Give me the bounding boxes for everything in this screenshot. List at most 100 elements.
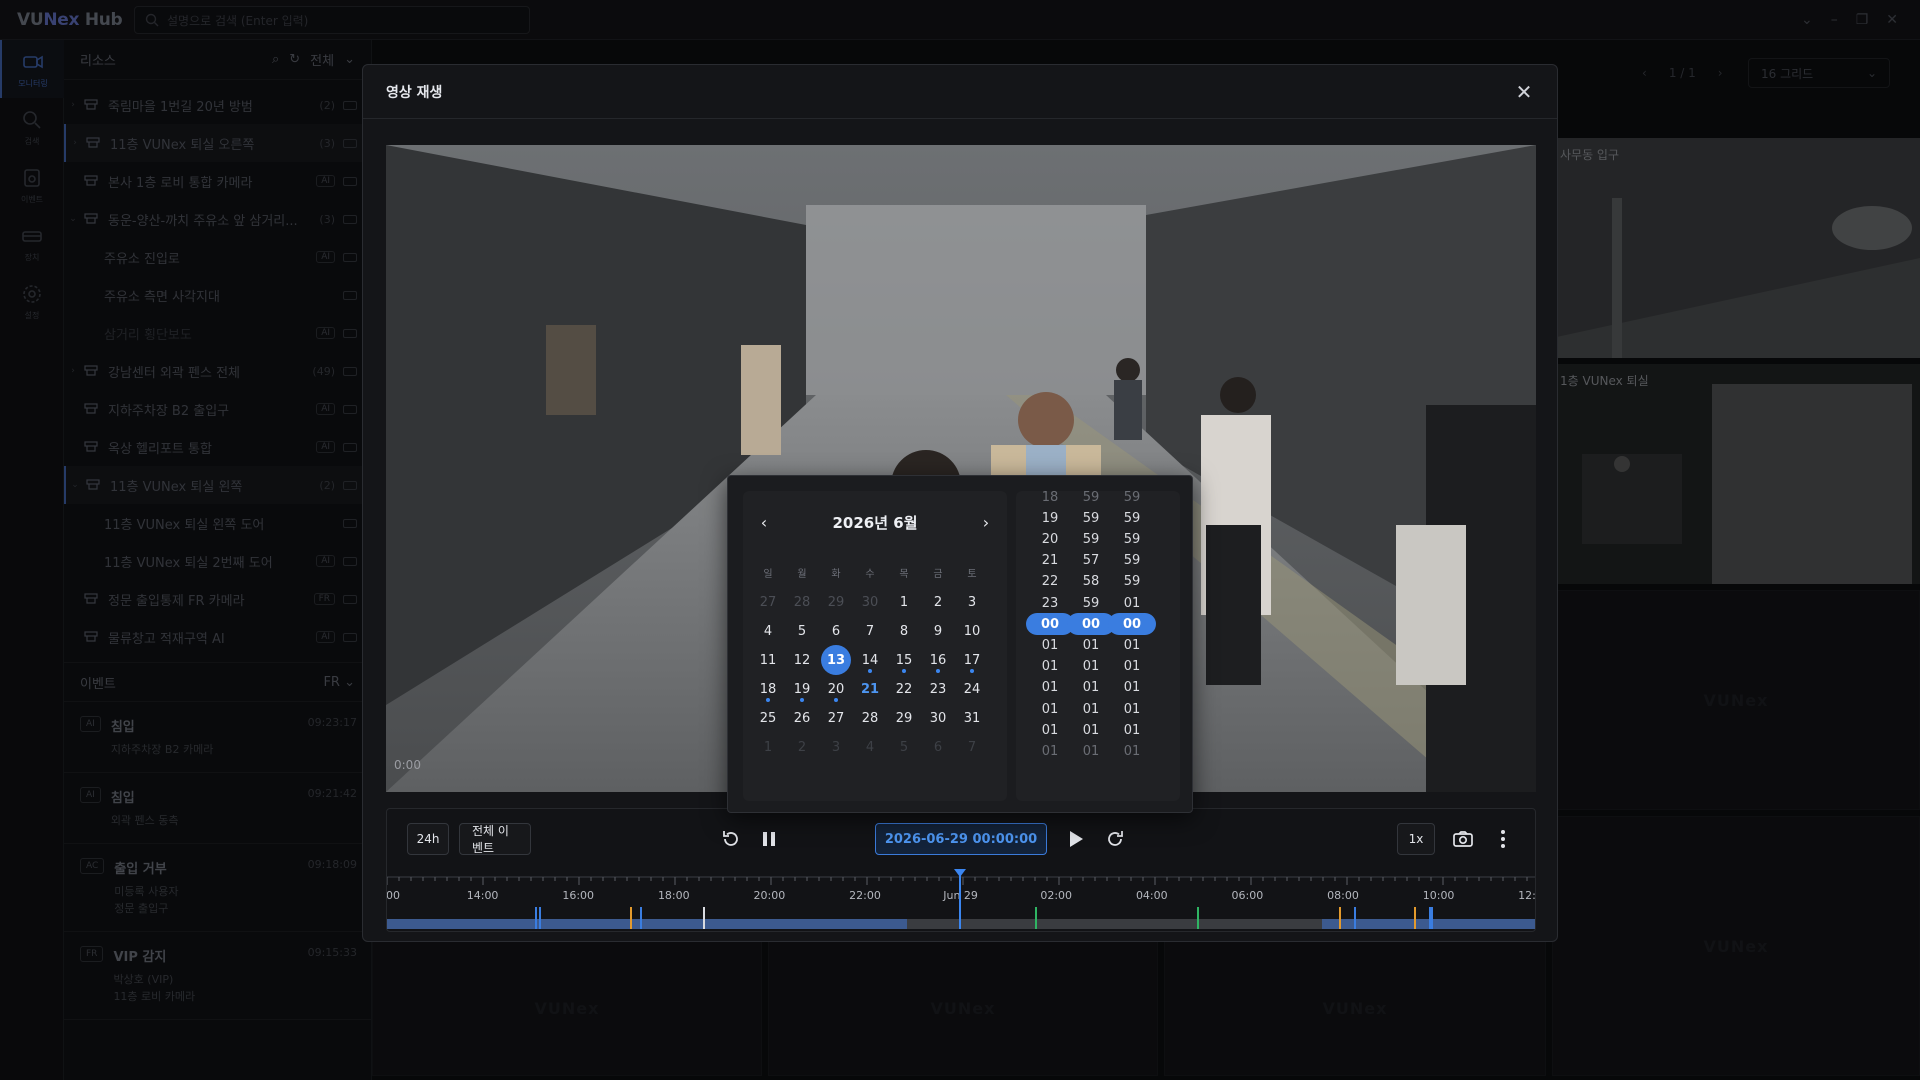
calendar-day[interactable]: 9 bbox=[923, 616, 953, 646]
time-picker: 18 19 20 21 22 23 00 01 01 01 01 01 01 59 59 59 57 58 59 00… bbox=[1016, 491, 1180, 801]
close-icon[interactable]: ✕ bbox=[1511, 79, 1537, 105]
pause-icon bbox=[763, 832, 775, 846]
calendar-day[interactable]: 30 bbox=[855, 587, 885, 617]
event-dot bbox=[766, 698, 770, 702]
calendar-day[interactable]: 12 bbox=[787, 645, 817, 675]
calendar-day[interactable]: 21 bbox=[855, 674, 885, 704]
calendar-day[interactable]: 15 bbox=[889, 645, 919, 675]
calendar-day[interactable]: 7 bbox=[957, 732, 987, 762]
calendar-day[interactable]: 11 bbox=[753, 645, 783, 675]
time-cell[interactable]: 59 bbox=[1108, 550, 1156, 572]
time-cell[interactable]: 59 bbox=[1108, 571, 1156, 593]
calendar-day[interactable]: 26 bbox=[787, 703, 817, 733]
time-cell[interactable]: 01 bbox=[1108, 740, 1156, 762]
calendar-day[interactable]: 13 bbox=[821, 645, 851, 675]
calendar-day[interactable]: 3 bbox=[957, 587, 987, 617]
range-24h-button[interactable]: 24h bbox=[407, 823, 449, 855]
timeline-track[interactable]: 00 14:00 16:00 18:00 20:00 22:00 Jun 29 02:00 04… bbox=[387, 869, 1535, 929]
datetime-field[interactable]: 2026-06-29 00:00:00 bbox=[875, 823, 1047, 855]
calendar-day[interactable]: 28 bbox=[855, 703, 885, 733]
event-marker bbox=[1197, 907, 1199, 929]
recording-segment bbox=[387, 919, 907, 929]
time-cell[interactable]: 59 bbox=[1108, 507, 1156, 529]
event-dot bbox=[834, 698, 838, 702]
event-marker bbox=[1429, 907, 1433, 929]
calendar-day[interactable]: 22 bbox=[889, 674, 919, 704]
datetime-picker: ‹ 2026년 6월 › 일 월 화 수 목 금 토 27 28 29 30 1 2 3 4 5 6 7 8 9 10 1… bbox=[727, 475, 1193, 813]
playback-controls: 24h 전체 이벤트 2026-06-29 00:00:00 1x 00 14:… bbox=[386, 808, 1536, 932]
calendar-day[interactable]: 3 bbox=[821, 732, 851, 762]
calendar-day[interactable]: 24 bbox=[957, 674, 987, 704]
forward-button[interactable] bbox=[1099, 823, 1131, 855]
calendar-day[interactable]: 5 bbox=[889, 732, 919, 762]
calendar-day[interactable]: 6 bbox=[923, 732, 953, 762]
timeline-label: 22:00 bbox=[849, 889, 881, 902]
calendar-day[interactable]: 4 bbox=[855, 732, 885, 762]
calendar-day[interactable]: 29 bbox=[821, 587, 851, 617]
prev-month-button[interactable]: ‹ bbox=[753, 513, 775, 532]
next-month-button[interactable]: › bbox=[975, 513, 997, 532]
time-cell[interactable]: 01 bbox=[1108, 698, 1156, 720]
calendar: ‹ 2026년 6월 › 일 월 화 수 목 금 토 27 28 29 30 1 2 3 4 5 6 7 8 9 10 1… bbox=[743, 491, 1007, 801]
timeline-label: 20:00 bbox=[754, 889, 786, 902]
calendar-day[interactable]: 16 bbox=[923, 645, 953, 675]
calendar-day[interactable]: 10 bbox=[957, 616, 987, 646]
time-cell[interactable]: 01 bbox=[1108, 656, 1156, 678]
calendar-day[interactable]: 14 bbox=[855, 645, 885, 675]
play-button[interactable] bbox=[1060, 823, 1092, 855]
timeline-label: 00 bbox=[387, 889, 400, 902]
calendar-day[interactable]: 30 bbox=[923, 703, 953, 733]
playhead-handle bbox=[954, 869, 966, 877]
all-events-button[interactable]: 전체 이벤트 bbox=[459, 823, 531, 855]
rewind-button[interactable] bbox=[715, 823, 747, 855]
calendar-day[interactable]: 19 bbox=[787, 674, 817, 704]
calendar-day[interactable]: 6 bbox=[821, 616, 851, 646]
event-dot bbox=[936, 669, 940, 673]
play-icon bbox=[1070, 831, 1083, 847]
calendar-day[interactable]: 17 bbox=[957, 645, 987, 675]
calendar-day[interactable]: 1 bbox=[889, 587, 919, 617]
calendar-day[interactable]: 27 bbox=[753, 587, 783, 617]
speed-button[interactable]: 1x bbox=[1397, 823, 1435, 855]
time-cell[interactable]: 59 bbox=[1108, 491, 1156, 508]
time-cell[interactable]: 01 bbox=[1108, 592, 1156, 614]
calendar-day[interactable]: 31 bbox=[957, 703, 987, 733]
weekday-label: 화 bbox=[831, 569, 841, 580]
calendar-day[interactable]: 20 bbox=[821, 674, 851, 704]
calendar-day[interactable]: 25 bbox=[753, 703, 783, 733]
time-cell[interactable]: 59 bbox=[1108, 528, 1156, 550]
weekday-label: 일 bbox=[763, 569, 773, 580]
calendar-day[interactable]: 27 bbox=[821, 703, 851, 733]
calendar-day[interactable]: 23 bbox=[923, 674, 953, 704]
time-cell[interactable]: 01 bbox=[1108, 719, 1156, 741]
timeline-label: 10:00 bbox=[1423, 889, 1455, 902]
event-dot bbox=[970, 669, 974, 673]
calendar-day[interactable]: 8 bbox=[889, 616, 919, 646]
snapshot-button[interactable] bbox=[1447, 823, 1479, 855]
forward-icon bbox=[1108, 831, 1123, 846]
calendar-day[interactable]: 18 bbox=[753, 674, 783, 704]
more-options-button[interactable] bbox=[1487, 823, 1519, 855]
calendar-day[interactable]: 5 bbox=[787, 616, 817, 646]
second-column[interactable]: 59 59 59 59 59 01 00 01 01 01 01 01 01 bbox=[1108, 491, 1156, 801]
event-marker bbox=[630, 907, 632, 929]
weekday-label: 목 bbox=[899, 569, 909, 580]
calendar-day[interactable]: 7 bbox=[855, 616, 885, 646]
timeline-label: 06:00 bbox=[1232, 889, 1264, 902]
calendar-day[interactable]: 1 bbox=[753, 732, 783, 762]
pause-button[interactable] bbox=[753, 823, 785, 855]
event-marker bbox=[1354, 907, 1356, 929]
calendar-day[interactable]: 28 bbox=[787, 587, 817, 617]
time-cell[interactable]: 01 bbox=[1108, 634, 1156, 656]
time-cell-selected[interactable]: 00 bbox=[1108, 613, 1156, 636]
calendar-day[interactable]: 2 bbox=[923, 587, 953, 617]
event-marker bbox=[1339, 907, 1341, 929]
time-cell[interactable]: 01 bbox=[1108, 677, 1156, 699]
recording-segment bbox=[1322, 919, 1535, 929]
calendar-day[interactable]: 4 bbox=[753, 616, 783, 646]
timeline-label: 14:00 bbox=[467, 889, 499, 902]
calendar-day[interactable]: 2 bbox=[787, 732, 817, 762]
calendar-day[interactable]: 29 bbox=[889, 703, 919, 733]
event-dot bbox=[868, 669, 872, 673]
more-vertical-icon bbox=[1501, 830, 1505, 848]
